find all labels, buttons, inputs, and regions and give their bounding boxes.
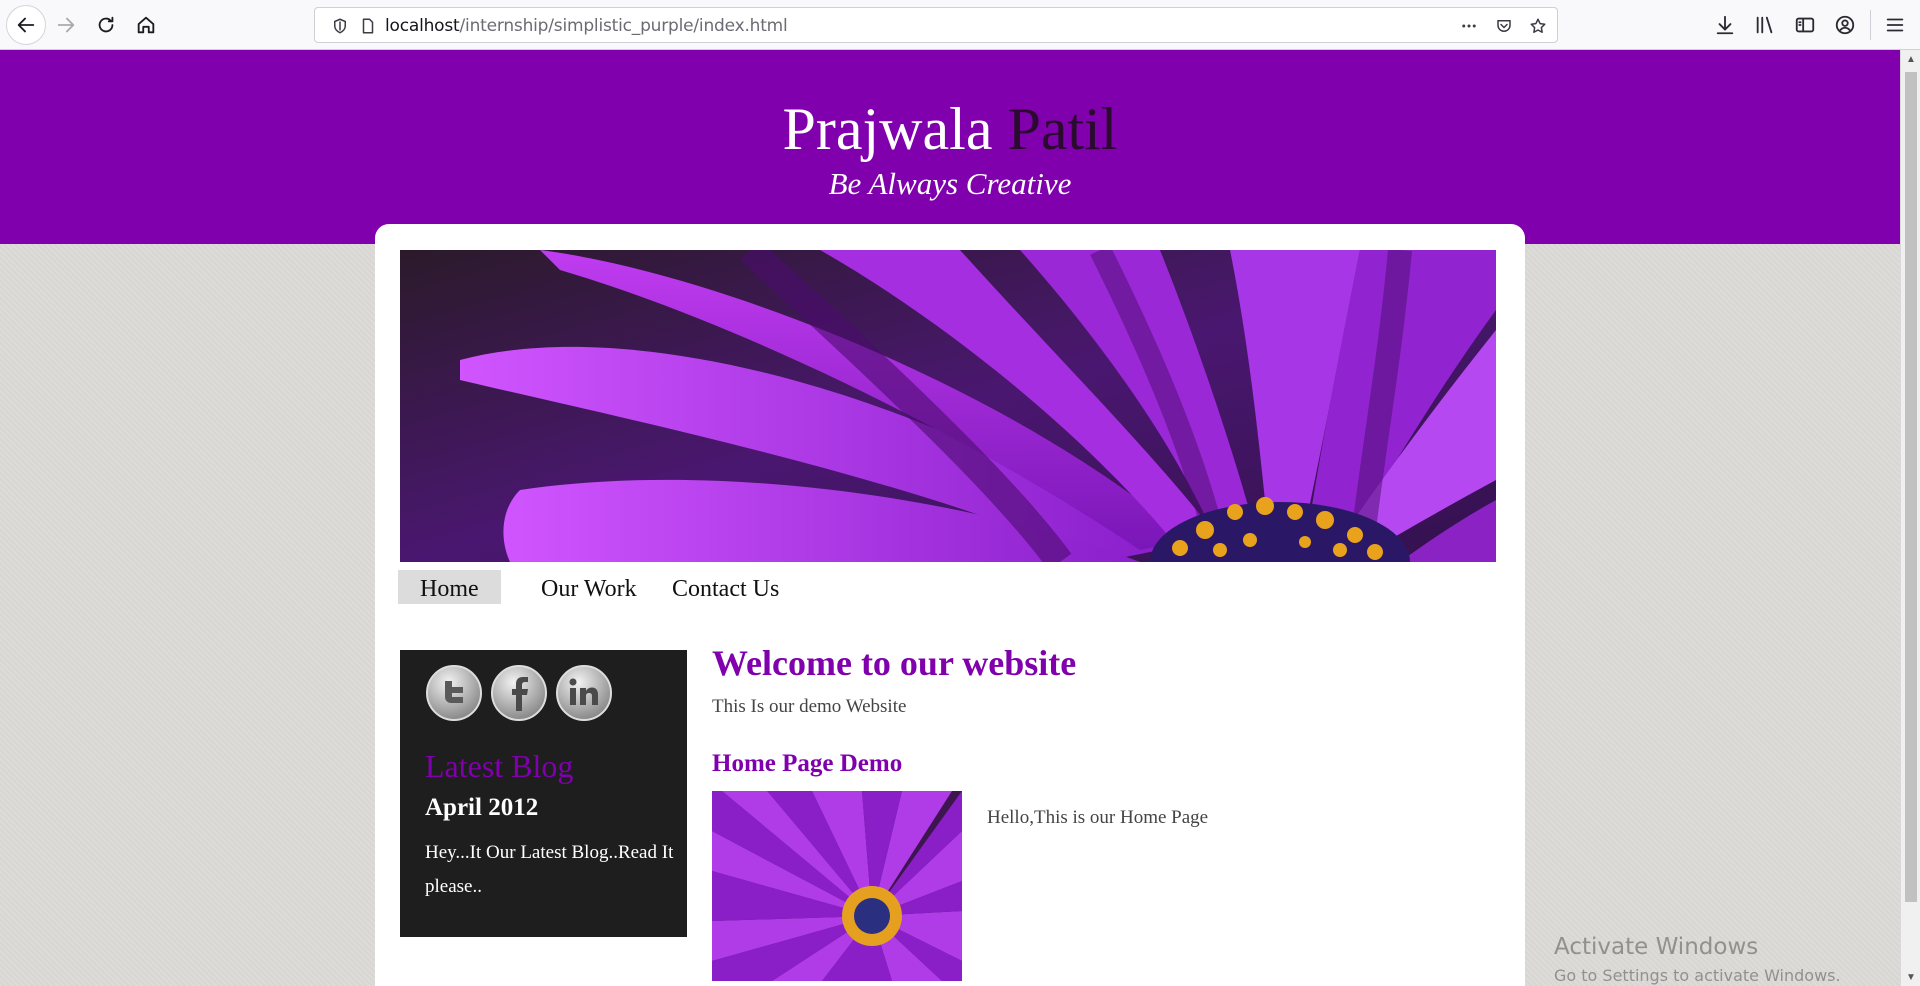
shield-icon[interactable]	[329, 15, 351, 37]
menu-icon[interactable]	[1882, 12, 1908, 38]
site-title: Prajwala Patil	[0, 94, 1900, 164]
site-title-first: Prajwala	[782, 96, 993, 162]
scroll-down-arrow-icon[interactable]: ▼	[1901, 968, 1920, 986]
url-host: localhost	[385, 16, 460, 36]
arrow-right-icon	[57, 17, 75, 33]
reload-button[interactable]	[86, 5, 126, 45]
address-bar[interactable]: localhost/internship/simplistic_purple/i…	[314, 7, 1558, 43]
linkedin-icon[interactable]	[555, 664, 613, 722]
flower-thumbnail	[712, 791, 962, 981]
facebook-icon[interactable]	[490, 664, 548, 722]
blog-text: Hey...It Our Latest Blog..Read It please…	[425, 842, 674, 897]
home-icon	[137, 16, 155, 34]
page-viewport: Prajwala Patil Be Always Creative Home O…	[0, 50, 1900, 986]
page-icon[interactable]	[357, 15, 379, 37]
nav-home[interactable]: Home	[398, 570, 501, 604]
vertical-scrollbar[interactable]: ▲ ▼	[1900, 50, 1920, 986]
scroll-up-arrow-icon[interactable]: ▲	[1901, 50, 1920, 68]
reload-icon	[98, 16, 114, 33]
activate-windows-title: Activate Windows	[1554, 934, 1759, 960]
latest-blog-heading: Latest Blog	[425, 748, 574, 784]
url-text[interactable]: localhost/internship/simplistic_purple/i…	[385, 16, 788, 36]
nav-contact-us[interactable]: Contact Us	[650, 570, 801, 604]
activate-windows-subtitle: Go to Settings to activate Windows.	[1554, 966, 1841, 985]
site-title-last: Patil	[1007, 96, 1118, 162]
home-page-demo-heading: Home Page Demo	[712, 750, 903, 777]
library-icon[interactable]	[1752, 12, 1778, 38]
scrollbar-thumb[interactable]	[1905, 72, 1917, 902]
twitter-icon[interactable]	[425, 664, 483, 722]
nav-our-work[interactable]: Our Work	[519, 570, 659, 604]
arrow-left-icon	[17, 17, 35, 33]
downloads-icon[interactable]	[1712, 12, 1738, 38]
content-container: Home Our Work Contact Us Latest Blog Apr…	[375, 224, 1525, 986]
account-icon[interactable]	[1832, 12, 1858, 38]
welcome-heading: Welcome to our website	[712, 643, 1077, 683]
browser-toolbar: localhost/internship/simplistic_purple/i…	[0, 0, 1920, 50]
pocket-icon[interactable]	[1493, 15, 1515, 37]
welcome-text: This Is our demo Website	[712, 696, 907, 717]
sidebar-icon[interactable]	[1792, 12, 1818, 38]
more-actions-icon[interactable]	[1458, 15, 1480, 37]
blog-date: April 2012	[425, 794, 539, 821]
site-header: Prajwala Patil Be Always Creative	[0, 50, 1900, 244]
activate-windows-watermark: Activate Windows Go to Settings to activ…	[1554, 934, 1841, 985]
forward-button[interactable]	[46, 5, 86, 45]
sidebar: Latest Blog April 2012 Hey...It Our Late…	[400, 650, 687, 937]
home-page-text: Hello,This is our Home Page	[987, 807, 1209, 828]
toolbar-divider	[1870, 10, 1871, 40]
url-path: /internship/simplistic_purple/index.html	[459, 16, 788, 36]
bookmark-star-icon[interactable]	[1527, 15, 1549, 37]
site-tagline: Be Always Creative	[828, 166, 1072, 201]
back-button[interactable]	[6, 5, 46, 45]
banner-image	[400, 250, 1496, 562]
home-button[interactable]	[126, 5, 166, 45]
